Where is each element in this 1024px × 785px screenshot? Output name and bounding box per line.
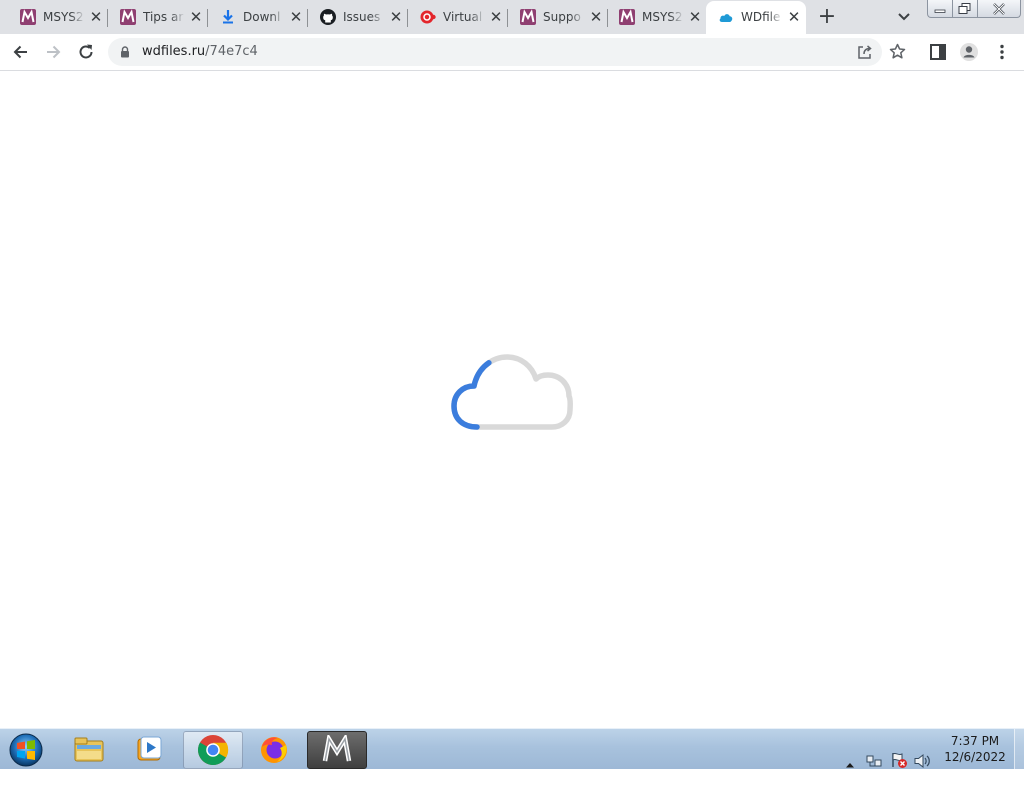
taskbar-msys2[interactable]: [307, 731, 367, 769]
page-content: [0, 71, 1024, 728]
tab-tips[interactable]: Tips ar ✕: [108, 0, 208, 34]
more-menu-icon[interactable]: [992, 42, 1012, 62]
browser-toolbar: wdfiles.ru/74e7c4: [0, 34, 1024, 71]
clock-time: 7:37 PM: [950, 734, 1000, 748]
tab-close-icon[interactable]: ✕: [88, 9, 104, 25]
network-icon[interactable]: [866, 741, 882, 781]
download-icon: [223, 10, 233, 24]
url-text[interactable]: wdfiles.ru/74e7c4: [142, 44, 258, 59]
tab-close-icon[interactable]: ✕: [786, 9, 802, 25]
restore-icon: [958, 2, 971, 14]
chrome-icon: [198, 735, 229, 765]
url-path: /74e7c4: [205, 44, 258, 59]
restore-button[interactable]: [952, 0, 978, 18]
red-badge-icon: [420, 10, 436, 24]
wdfiles-cloud-icon: [719, 14, 733, 22]
tab-close-icon[interactable]: ✕: [188, 9, 204, 25]
action-center-flag-icon[interactable]: [890, 740, 908, 780]
cloud-spinner-icon: [451, 354, 573, 430]
file-explorer-icon: [74, 737, 104, 762]
tab-close-icon[interactable]: ✕: [588, 9, 604, 25]
tab-close-icon[interactable]: ✕: [388, 9, 404, 25]
tab-title: Suppo: [543, 10, 581, 24]
taskbar-media-player[interactable]: [121, 731, 179, 767]
windows-taskbar: 7:37 PM 12/6/2022: [0, 728, 1024, 769]
github-icon: [320, 9, 336, 25]
cloud-progress-arc: [451, 354, 573, 430]
tab-strip: MSYS2 ✕ Tips ar ✕ Downl ✕ Issues ✕ Virtu…: [0, 0, 1024, 34]
close-icon: [993, 2, 1005, 15]
tray-expand-icon[interactable]: [845, 745, 855, 785]
tab-title: MSYS2: [43, 10, 84, 24]
taskbar-clock[interactable]: 7:37 PM 12/6/2022: [940, 733, 1010, 765]
profile-avatar-icon[interactable]: [959, 42, 979, 62]
tab-title: Downl: [243, 10, 281, 24]
tab-title: WDfile: [741, 10, 781, 24]
cloud-track: [451, 354, 573, 430]
new-tab-button[interactable]: +: [817, 6, 837, 28]
tab-wdfiles[interactable]: WDfile ✕: [706, 1, 806, 34]
forward-arrow-icon[interactable]: [43, 42, 63, 62]
msys2-icon: [619, 9, 635, 25]
reload-icon[interactable]: [76, 42, 96, 62]
tab-download[interactable]: Downl ✕: [208, 0, 308, 34]
minimize-icon: [934, 9, 946, 13]
taskbar-chrome[interactable]: [183, 731, 243, 769]
firefox-icon: [261, 737, 287, 763]
tab-virtual[interactable]: Virtual ✕: [408, 0, 508, 34]
minimize-button[interactable]: [927, 0, 953, 18]
tab-close-icon[interactable]: ✕: [687, 9, 703, 25]
show-desktop-button[interactable]: [1014, 729, 1024, 769]
chevron-down-icon[interactable]: [895, 9, 913, 25]
tab-title: Tips ar: [143, 10, 184, 24]
close-window-button[interactable]: [977, 0, 1021, 18]
taskbar-firefox[interactable]: [245, 731, 303, 767]
url-host: wdfiles.ru: [142, 44, 206, 59]
side-panel-icon[interactable]: [928, 42, 948, 62]
share-icon[interactable]: [857, 44, 873, 60]
msys2-icon: [322, 735, 352, 762]
tab-title: Issues: [343, 10, 381, 24]
volume-icon[interactable]: [914, 741, 932, 781]
clock-date: 12/6/2022: [944, 750, 1006, 764]
address-bar[interactable]: wdfiles.ru/74e7c4: [108, 38, 906, 66]
tab-close-icon[interactable]: ✕: [288, 9, 304, 25]
tab-title: Virtual: [443, 10, 483, 24]
tab-msys2-2[interactable]: MSYS2 ✕: [607, 0, 707, 34]
start-button[interactable]: [6, 730, 46, 768]
msys2-icon: [120, 9, 136, 25]
back-arrow-icon[interactable]: [11, 42, 31, 62]
tab-support[interactable]: Suppo ✕: [508, 0, 608, 34]
msys2-icon: [520, 9, 536, 25]
lock-icon[interactable]: [120, 46, 130, 58]
media-player-icon: [137, 736, 162, 761]
taskbar-file-explorer[interactable]: [60, 731, 118, 767]
tab-issues[interactable]: Issues ✕: [308, 0, 408, 34]
msys2-icon: [20, 9, 36, 25]
bookmark-star-icon[interactable]: [889, 43, 906, 60]
tab-close-icon[interactable]: ✕: [488, 9, 504, 25]
tab-msys2-1[interactable]: MSYS2 ✕: [8, 0, 108, 34]
tab-title: MSYS2: [642, 10, 683, 24]
